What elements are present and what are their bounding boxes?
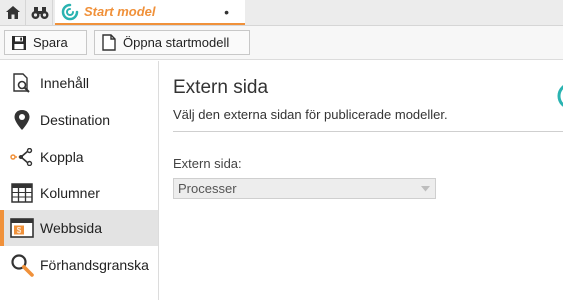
binoculars-icon[interactable] bbox=[27, 0, 53, 25]
content-icon bbox=[10, 71, 34, 95]
sidebar-item-label: Kolumner bbox=[40, 185, 100, 201]
tab-title: Start model bbox=[84, 4, 156, 19]
sidebar-item-label: Förhandsgranska bbox=[40, 257, 149, 273]
sidebar-item-label: Innehåll bbox=[40, 75, 90, 91]
sidebar-item-label: Koppla bbox=[40, 149, 84, 165]
open-label: Öppna startmodell bbox=[123, 35, 230, 50]
chevron-down-icon bbox=[417, 180, 434, 197]
page-title: Extern sida bbox=[173, 77, 269, 98]
help-icon[interactable] bbox=[556, 81, 563, 111]
sidebar: Innehåll Destination Koppla Kolumner $ W… bbox=[0, 61, 159, 300]
tab-bar: Start model • bbox=[0, 0, 563, 26]
save-button[interactable]: Spara bbox=[4, 30, 87, 55]
sidebar-item-forhandsgranska[interactable]: Förhandsgranska bbox=[0, 247, 158, 283]
unsaved-marker: • bbox=[224, 4, 229, 20]
map-pin-icon bbox=[10, 108, 34, 132]
app-window: Start model • Spara Öppna startmodell In… bbox=[0, 0, 563, 300]
columns-icon bbox=[10, 181, 34, 205]
sidebar-item-webbsida[interactable]: $ Webbsida bbox=[0, 210, 158, 246]
home-icon[interactable] bbox=[0, 0, 26, 25]
page-description: Välj den externa sidan för publicerade m… bbox=[173, 107, 448, 122]
sidebar-item-label: Destination bbox=[40, 112, 111, 128]
sidebar-item-kolumner[interactable]: Kolumner bbox=[0, 175, 158, 211]
start-model-logo-icon bbox=[61, 3, 79, 20]
sidebar-item-label: Webbsida bbox=[40, 220, 103, 236]
sidebar-item-destination[interactable]: Destination bbox=[0, 102, 158, 138]
main-panel: Extern sida Välj den externa sidan för p… bbox=[160, 61, 563, 300]
external-page-label: Extern sida: bbox=[173, 156, 242, 171]
toolbar: Spara Öppna startmodell bbox=[0, 26, 563, 60]
divider bbox=[173, 131, 563, 132]
tab-start-model[interactable]: Start model • bbox=[55, 0, 245, 25]
document-icon bbox=[102, 34, 116, 51]
save-label: Spara bbox=[33, 35, 68, 50]
floppy-disk-icon bbox=[12, 35, 26, 50]
connect-icon bbox=[10, 145, 34, 169]
select-value: Processer bbox=[178, 181, 237, 196]
sidebar-item-innehall[interactable]: Innehåll bbox=[0, 65, 158, 101]
sidebar-item-koppla[interactable]: Koppla bbox=[0, 139, 158, 175]
open-start-model-button[interactable]: Öppna startmodell bbox=[94, 30, 250, 55]
svg-text:$: $ bbox=[17, 226, 22, 235]
external-page-select[interactable]: Processer bbox=[173, 178, 436, 199]
preview-icon bbox=[10, 253, 34, 277]
webpage-icon: $ bbox=[10, 216, 34, 240]
